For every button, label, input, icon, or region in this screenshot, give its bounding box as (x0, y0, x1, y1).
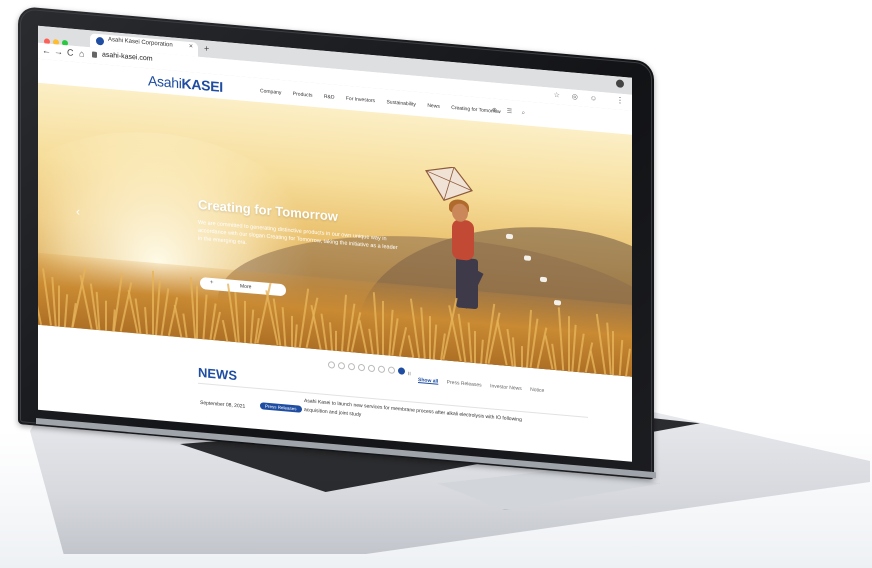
scene: Asahi Kasei Corporation × + ← → C ⌂ asah… (0, 0, 872, 568)
hero-banner: ‹ Creating for Tomorrow We are committed… (38, 82, 632, 377)
news-tab-show-all[interactable]: Show all (418, 377, 438, 385)
laptop-lid: Asahi Kasei Corporation × + ← → C ⌂ asah… (18, 6, 654, 480)
grass-blade (612, 330, 615, 376)
nav-item-news[interactable]: News (427, 103, 440, 110)
nav-item-products[interactable]: Products (293, 91, 313, 99)
kite-icon (425, 166, 473, 202)
logo-text-regular: Asahi (148, 72, 182, 92)
carousel-dot[interactable] (388, 366, 395, 374)
news-tab-press-releases[interactable]: Press Releases (447, 380, 482, 389)
plus-icon: + (210, 279, 214, 287)
more-button-label: More (240, 283, 252, 291)
grass-blade (290, 315, 293, 348)
header-icons[interactable]: ⊕ ☰ ⌕ (492, 106, 529, 117)
news-date: September 08, 2021 (200, 399, 246, 410)
kite-tail (554, 299, 561, 306)
grass-blade (57, 285, 60, 327)
carousel-dot[interactable] (398, 367, 405, 375)
home-button[interactable]: ⌂ (79, 48, 84, 58)
toolbar-icons[interactable]: ☆ ◎ ☺ (554, 91, 602, 103)
grass-blade (568, 316, 570, 372)
news-tab-notice[interactable]: Notice (530, 387, 544, 394)
grass-blade (382, 300, 385, 356)
kite-tail (524, 255, 531, 261)
kite-tail (506, 233, 513, 240)
news-badge: Press Releases (260, 402, 302, 413)
new-tab-button[interactable]: + (204, 43, 209, 53)
pause-icon[interactable]: II (408, 371, 411, 377)
grass-blade (520, 345, 523, 368)
back-button[interactable]: ← (42, 45, 51, 56)
site-logo[interactable]: AsahiKASEI (148, 72, 223, 95)
nav-item-rnd[interactable]: R&D (324, 94, 335, 101)
grass-blade (152, 270, 155, 335)
carousel-dot[interactable] (338, 361, 345, 370)
nav-item-sustainability[interactable]: Sustainability (386, 99, 415, 108)
tab-close-icon[interactable]: × (189, 43, 193, 50)
carousel-dot[interactable] (348, 362, 355, 371)
kite-tail (540, 276, 547, 283)
tab-title: Asahi Kasei Corporation (108, 36, 173, 49)
grass-blade (196, 285, 199, 339)
forward-button[interactable]: → (54, 46, 63, 57)
child-body (452, 218, 474, 261)
carousel-pager: II (328, 355, 411, 380)
grass-blade (105, 300, 107, 331)
grass-blade (335, 330, 337, 351)
url-field[interactable]: asahi-kasei.com (102, 51, 153, 62)
favicon-icon (96, 36, 104, 46)
carousel-dot[interactable] (378, 365, 385, 374)
grass-blade (473, 330, 476, 364)
laptop-screen: Asahi Kasei Corporation × + ← → C ⌂ asah… (38, 25, 632, 462)
carousel-prev-icon[interactable]: ‹ (76, 204, 80, 218)
carousel-dot[interactable] (358, 363, 365, 372)
nav-item-company[interactable]: Company (260, 88, 281, 96)
grass-blade (429, 315, 432, 360)
carousel-dot[interactable] (328, 361, 335, 369)
carousel-dot[interactable] (368, 364, 375, 373)
reload-button[interactable]: C (67, 47, 74, 58)
lock-icon (92, 51, 97, 58)
profile-icon[interactable] (616, 79, 624, 89)
news-title: NEWS (198, 364, 237, 384)
logo-text-bold: KASEI (181, 75, 223, 95)
nav-item-investors[interactable]: For Investors (346, 96, 375, 105)
browser-menu-icon[interactable]: ⋮ (616, 95, 624, 105)
news-tabs: Show all Press Releases Investor News No… (418, 377, 551, 395)
grass-blade (243, 300, 246, 343)
child-head (452, 202, 468, 223)
news-tab-investor-news[interactable]: Investor News (490, 383, 522, 392)
